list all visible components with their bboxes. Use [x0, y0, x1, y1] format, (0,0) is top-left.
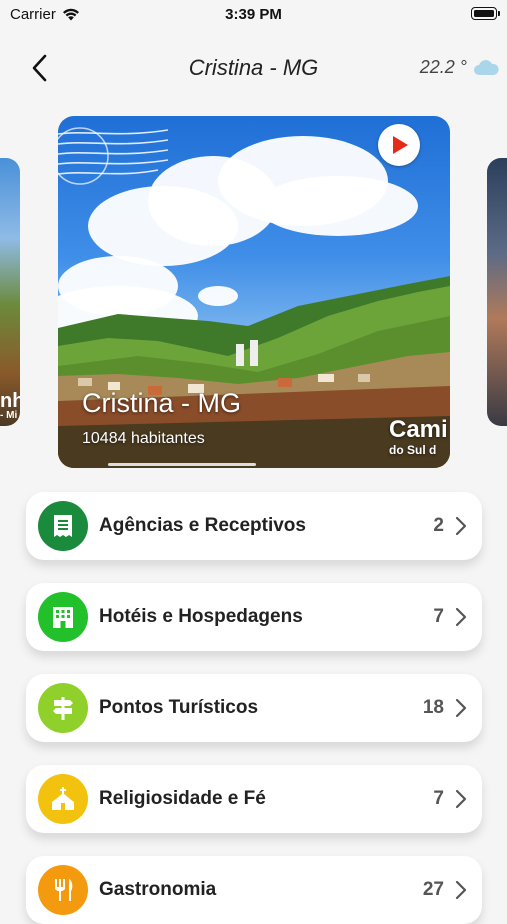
category-count: 2 [433, 515, 444, 536]
clock: 3:39 PM [225, 6, 282, 23]
carousel-card-next[interactable] [487, 158, 507, 426]
weather-widget: 22.2 ° [420, 57, 499, 78]
category-icon-badge [38, 501, 88, 551]
category-label: Gastronomia [99, 879, 217, 900]
chevron-right-icon [455, 698, 467, 718]
category-item[interactable]: Religiosidade e Fé 7 [26, 765, 482, 833]
brand-line-2: do Sul d [389, 443, 437, 457]
chevron-right-icon [455, 789, 467, 809]
category-label: Religiosidade e Fé [99, 788, 266, 809]
category-item[interactable]: Gastronomia 27 [26, 856, 482, 924]
category-label: Pontos Turísticos [99, 697, 259, 718]
category-item[interactable]: Agências e Receptivos 2 [26, 492, 482, 560]
category-label: Hotéis e Hospedagens [99, 606, 303, 627]
church-icon [52, 787, 74, 810]
category-count: 7 [433, 606, 444, 627]
temperature: 22.2 ° [419, 57, 467, 77]
carousel-card-previous[interactable]: nh - Mi [0, 158, 20, 426]
play-icon [393, 136, 408, 154]
category-icon-badge [38, 683, 88, 733]
video-progress-bar [108, 463, 256, 466]
previous-card-subtext: - Mi [0, 410, 18, 421]
postmark-stamp-icon [58, 127, 169, 185]
brand-line-1: Cami [389, 416, 448, 443]
city-population: 10484 habitantes [82, 430, 205, 447]
chevron-right-icon [455, 516, 467, 536]
category-icon-badge [38, 592, 88, 642]
building-icon [53, 607, 73, 628]
category-label: Agências e Receptivos [99, 515, 306, 536]
featured-city-card[interactable]: Cristina - MG 10484 habitantes Cami do S… [58, 116, 450, 468]
cloud-icon [474, 59, 499, 75]
fork-knife-icon [55, 879, 73, 901]
category-icon-badge [38, 774, 88, 824]
battery-icon [471, 7, 500, 20]
category-item[interactable]: Hotéis e Hospedagens 7 [26, 583, 482, 651]
category-count: 18 [422, 697, 444, 718]
category-icon-badge [38, 865, 88, 915]
chevron-right-icon [455, 880, 467, 900]
play-video-button[interactable] [378, 124, 420, 166]
category-count: 7 [433, 788, 444, 809]
chevron-right-icon [455, 607, 467, 627]
category-item[interactable]: Pontos Turísticos 18 [26, 674, 482, 742]
document-icon [54, 515, 72, 537]
status-bar: Carrier 3:39 PM [0, 0, 507, 30]
signpost-icon [53, 697, 73, 720]
category-count: 27 [422, 879, 444, 900]
brand-watermark: Cami do Sul d [389, 416, 448, 457]
city-name: Cristina - MG [82, 388, 242, 418]
